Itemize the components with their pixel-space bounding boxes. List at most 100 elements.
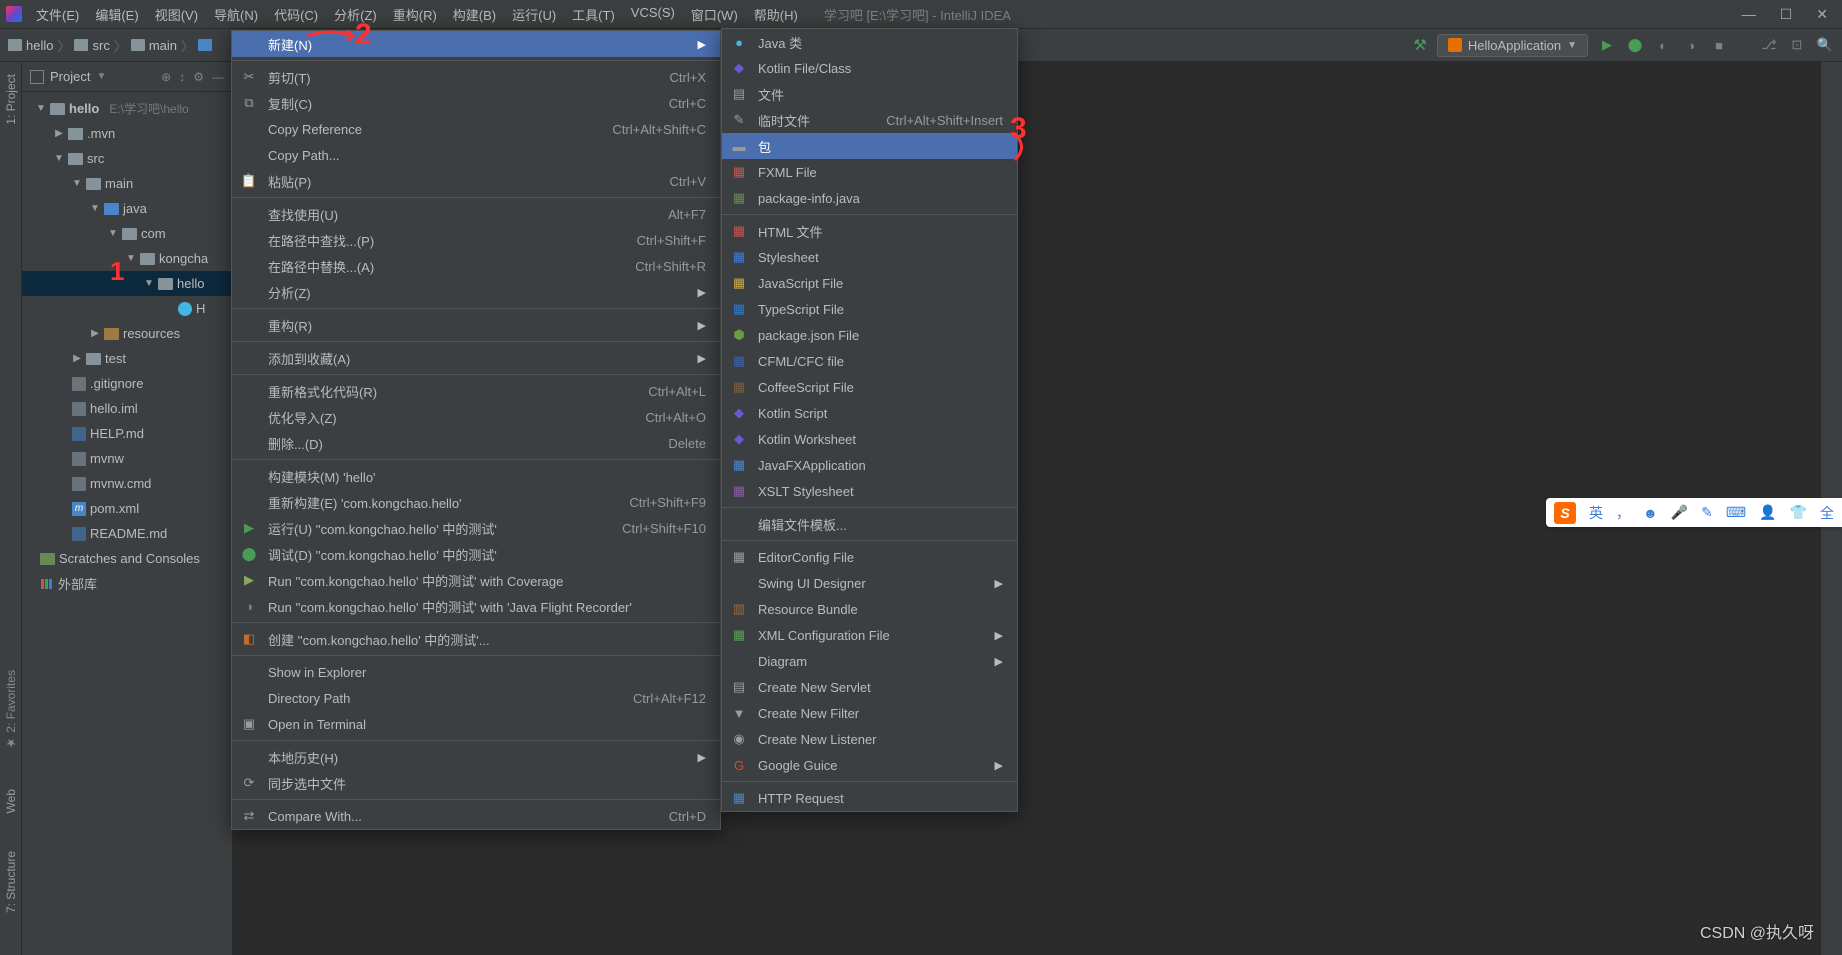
menu-item[interactable]: ◆Kotlin Script: [722, 400, 1017, 426]
menu-item[interactable]: ▦TypeScript File: [722, 296, 1017, 322]
menu-item[interactable]: ▦XSLT Stylesheet: [722, 478, 1017, 504]
menu-file[interactable]: 文件(E): [30, 2, 85, 27]
menu-item[interactable]: 编辑文件模板...: [722, 511, 1017, 537]
toolwin-web[interactable]: Web: [4, 785, 18, 817]
toolwin-structure[interactable]: 7: Structure: [4, 847, 18, 917]
tree-node-java[interactable]: ▼java: [22, 196, 232, 221]
menu-item[interactable]: ▦CoffeeScript File: [722, 374, 1017, 400]
menu-window[interactable]: 窗口(W): [685, 2, 744, 27]
tree-node-test[interactable]: ▶test: [22, 346, 232, 371]
menu-item[interactable]: 优化导入(Z)Ctrl+Alt+O: [232, 404, 720, 430]
menu-item[interactable]: 重新格式化代码(R)Ctrl+Alt+L: [232, 378, 720, 404]
maximize-icon[interactable]: ☐: [1780, 6, 1793, 23]
menu-item[interactable]: ◉Create New Listener: [722, 726, 1017, 752]
tree-node-iml[interactable]: hello.iml: [22, 396, 232, 421]
menu-item[interactable]: ▦XML Configuration File▶: [722, 622, 1017, 648]
tree-node-kongchao[interactable]: ▼kongcha: [22, 246, 232, 271]
tree-node-class[interactable]: H: [22, 296, 232, 321]
menu-item[interactable]: 分析(Z)▶: [232, 279, 720, 305]
menu-item[interactable]: Copy ReferenceCtrl+Alt+Shift+C: [232, 116, 720, 142]
ime-emoji-icon[interactable]: ☻: [1643, 505, 1658, 521]
menu-item[interactable]: ▤文件: [722, 81, 1017, 107]
ime-full[interactable]: 全: [1820, 503, 1834, 523]
menu-item[interactable]: 删除...(D)Delete: [232, 430, 720, 456]
tree-node-mvn[interactable]: ▶.mvn: [22, 121, 232, 146]
run-config-selector[interactable]: HelloApplication ▼: [1437, 34, 1588, 57]
menu-item[interactable]: Copy Path...: [232, 142, 720, 168]
locate-icon[interactable]: ⊕: [161, 70, 171, 84]
tree-node-mvnw[interactable]: mvnw: [22, 446, 232, 471]
menu-vcs[interactable]: VCS(S): [625, 2, 681, 27]
menu-item[interactable]: ▼Create New Filter: [722, 700, 1017, 726]
menu-item[interactable]: ▦JavaScript File: [722, 270, 1017, 296]
menu-item[interactable]: ⬢package.json File: [722, 322, 1017, 348]
menu-item[interactable]: ✂剪切(T)Ctrl+X: [232, 64, 720, 90]
menu-help[interactable]: 帮助(H): [748, 2, 804, 27]
menu-item[interactable]: 重构(R)▶: [232, 312, 720, 338]
ime-keyboard-icon[interactable]: ⌨: [1726, 504, 1746, 521]
menu-item[interactable]: Swing UI Designer▶: [722, 570, 1017, 596]
menu-item[interactable]: ◧创建 ''com.kongchao.hello' 中的测试'...: [232, 626, 720, 652]
menu-item[interactable]: ⬤调试(D) ''com.kongchao.hello' 中的测试': [232, 541, 720, 567]
menu-item[interactable]: Diagram▶: [722, 648, 1017, 674]
tree-node-help[interactable]: HELP.md: [22, 421, 232, 446]
tree-node-external[interactable]: 外部库: [22, 571, 232, 596]
menu-code[interactable]: 代码(C): [268, 2, 324, 27]
ime-user-icon[interactable]: 👤: [1759, 504, 1776, 521]
menu-item[interactable]: ⧉复制(C)Ctrl+C: [232, 90, 720, 116]
menu-item[interactable]: 在路径中查找...(P)Ctrl+Shift+F: [232, 227, 720, 253]
menu-item[interactable]: ⇄Compare With...Ctrl+D: [232, 803, 720, 829]
sogou-logo-icon[interactable]: S: [1554, 502, 1576, 524]
menu-edit[interactable]: 编辑(E): [89, 2, 144, 27]
chevron-down-icon[interactable]: ▼: [96, 71, 106, 82]
crumb-hello[interactable]: hello: [26, 38, 53, 53]
menu-build[interactable]: 构建(B): [447, 2, 502, 27]
search-everywhere-icon[interactable]: 🔍: [1816, 36, 1834, 54]
menu-navigate[interactable]: 导航(N): [208, 2, 264, 27]
profile-icon[interactable]: ◑: [1682, 36, 1700, 54]
menu-item[interactable]: 📋粘贴(P)Ctrl+V: [232, 168, 720, 194]
debug-icon[interactable]: ⬤: [1626, 36, 1644, 54]
ime-voice-icon[interactable]: 🎤: [1671, 504, 1688, 521]
tree-node-com[interactable]: ▼com: [22, 221, 232, 246]
coverage-icon[interactable]: ◐: [1654, 36, 1672, 54]
ime-skin-icon[interactable]: 👕: [1790, 504, 1807, 521]
menu-item[interactable]: 在路径中替换...(A)Ctrl+Shift+R: [232, 253, 720, 279]
menu-item[interactable]: ▦CFML/CFC file: [722, 348, 1017, 374]
tree-node-scratches[interactable]: Scratches and Consoles: [22, 546, 232, 571]
menu-item[interactable]: 本地历史(H)▶: [232, 744, 720, 770]
menu-item[interactable]: ▶运行(U) ''com.kongchao.hello' 中的测试'Ctrl+S…: [232, 515, 720, 541]
menu-item[interactable]: ▦package-info.java: [722, 185, 1017, 211]
menu-item[interactable]: 构建模块(M) 'hello': [232, 463, 720, 489]
tree-node-hello-pkg[interactable]: ▼hello: [22, 271, 232, 296]
crumb-main[interactable]: main: [149, 38, 177, 53]
menu-item[interactable]: ●Java 类: [722, 29, 1017, 55]
crumb-src[interactable]: src: [92, 38, 109, 53]
collapse-icon[interactable]: ↕: [179, 70, 185, 84]
tree-node-mvnwcmd[interactable]: mvnw.cmd: [22, 471, 232, 496]
menu-item[interactable]: ▦Stylesheet: [722, 244, 1017, 270]
minimize-icon[interactable]: —: [1742, 6, 1756, 23]
run-icon[interactable]: ▶: [1598, 36, 1616, 54]
menu-item[interactable]: ▥Resource Bundle: [722, 596, 1017, 622]
tree-node-hello[interactable]: ▼helloE:\学习吧\hello: [22, 96, 232, 121]
git-icon[interactable]: ⎇: [1760, 36, 1778, 54]
menu-item[interactable]: ▬包: [722, 133, 1017, 159]
menu-item[interactable]: ▦HTML 文件: [722, 218, 1017, 244]
toolwin-project[interactable]: 1: Project: [4, 70, 18, 129]
menu-item[interactable]: ◑Run ''com.kongchao.hello' 中的测试' with 'J…: [232, 593, 720, 619]
tree-node-gitignore[interactable]: .gitignore: [22, 371, 232, 396]
menu-item[interactable]: ◆Kotlin File/Class: [722, 55, 1017, 81]
stop-icon[interactable]: ■: [1710, 36, 1728, 54]
menu-item[interactable]: ▦HTTP Request: [722, 785, 1017, 811]
ime-lang[interactable]: 英: [1589, 503, 1603, 523]
menu-item[interactable]: ▤Create New Servlet: [722, 674, 1017, 700]
menu-item[interactable]: ▦JavaFXApplication: [722, 452, 1017, 478]
menu-item[interactable]: 查找使用(U)Alt+F7: [232, 201, 720, 227]
search-icon[interactable]: ⊡: [1788, 36, 1806, 54]
menu-item[interactable]: 添加到收藏(A)▶: [232, 345, 720, 371]
ime-handwrite-icon[interactable]: ✎: [1701, 504, 1713, 521]
menu-item[interactable]: ▦FXML File: [722, 159, 1017, 185]
toolwin-favorites[interactable]: ★ 2: Favorites: [4, 666, 18, 754]
menu-item[interactable]: GGoogle Guice▶: [722, 752, 1017, 778]
